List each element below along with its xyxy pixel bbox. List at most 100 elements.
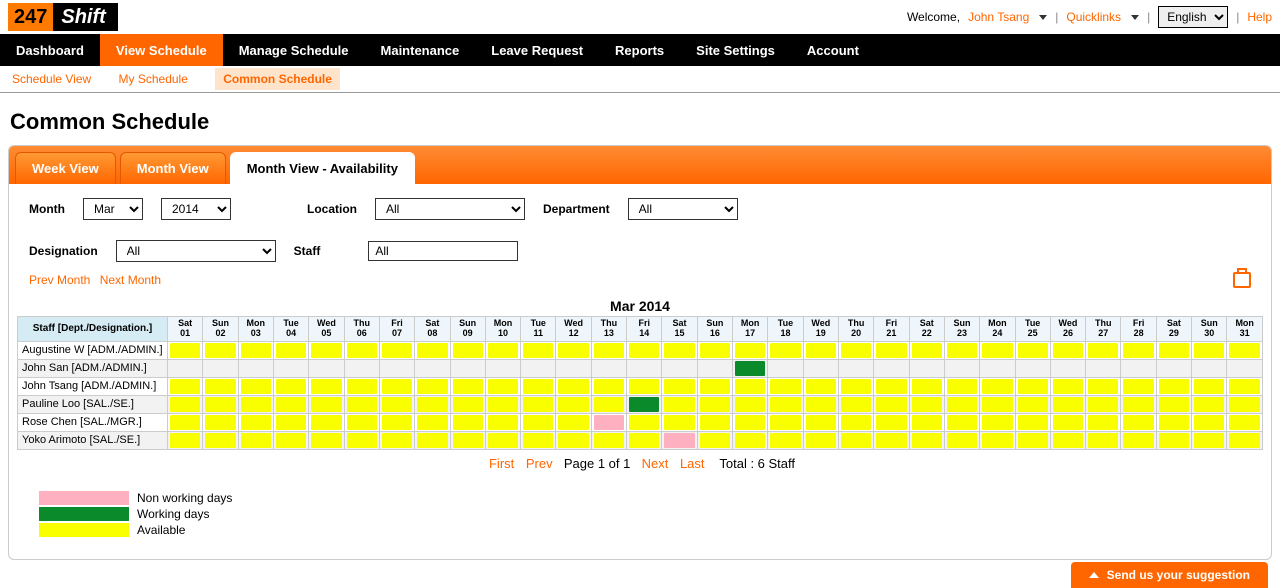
user-dropdown-icon[interactable] (1039, 15, 1047, 20)
availability-cell[interactable] (203, 341, 238, 359)
availability-cell[interactable] (203, 413, 238, 431)
availability-cell[interactable] (838, 413, 873, 431)
availability-cell[interactable] (309, 377, 344, 395)
availability-cell[interactable] (803, 377, 838, 395)
availability-cell[interactable] (980, 431, 1015, 449)
availability-cell[interactable] (1015, 431, 1050, 449)
availability-cell[interactable] (415, 359, 450, 377)
prev-month-link[interactable]: Prev Month (29, 273, 90, 287)
availability-cell[interactable] (768, 377, 803, 395)
department-select[interactable]: All (628, 198, 738, 220)
availability-cell[interactable] (521, 377, 556, 395)
availability-cell[interactable] (556, 431, 591, 449)
username-link[interactable]: John Tsang (968, 10, 1029, 24)
availability-cell[interactable] (415, 395, 450, 413)
suggestion-button[interactable]: Send us your suggestion (1071, 562, 1268, 588)
availability-cell[interactable] (768, 341, 803, 359)
availability-cell[interactable] (944, 395, 979, 413)
availability-cell[interactable] (1227, 377, 1263, 395)
availability-cell[interactable] (273, 341, 308, 359)
availability-cell[interactable] (238, 413, 273, 431)
availability-cell[interactable] (415, 377, 450, 395)
availability-cell[interactable] (238, 395, 273, 413)
availability-cell[interactable] (803, 413, 838, 431)
availability-cell[interactable] (450, 413, 485, 431)
availability-cell[interactable] (662, 413, 697, 431)
availability-cell[interactable] (1227, 413, 1263, 431)
availability-cell[interactable] (768, 359, 803, 377)
availability-cell[interactable] (203, 377, 238, 395)
availability-cell[interactable] (1015, 395, 1050, 413)
availability-cell[interactable] (591, 431, 626, 449)
availability-cell[interactable] (803, 395, 838, 413)
availability-cell[interactable] (450, 395, 485, 413)
availability-cell[interactable] (168, 359, 203, 377)
availability-cell[interactable] (168, 395, 203, 413)
availability-cell[interactable] (1156, 359, 1191, 377)
availability-cell[interactable] (1227, 359, 1263, 377)
availability-cell[interactable] (838, 341, 873, 359)
availability-cell[interactable] (521, 359, 556, 377)
availability-cell[interactable] (838, 395, 873, 413)
availability-cell[interactable] (980, 359, 1015, 377)
availability-cell[interactable] (627, 413, 662, 431)
availability-cell[interactable] (556, 359, 591, 377)
availability-cell[interactable] (415, 413, 450, 431)
availability-cell[interactable] (238, 359, 273, 377)
availability-cell[interactable] (168, 377, 203, 395)
availability-cell[interactable] (909, 431, 944, 449)
availability-cell[interactable] (450, 341, 485, 359)
nav-site-settings[interactable]: Site Settings (680, 34, 791, 66)
availability-cell[interactable] (521, 413, 556, 431)
availability-cell[interactable] (1156, 413, 1191, 431)
availability-cell[interactable] (768, 395, 803, 413)
availability-cell[interactable] (203, 395, 238, 413)
logo[interactable]: 247 Shift (8, 3, 118, 31)
pager-prev[interactable]: Prev (526, 456, 553, 471)
availability-cell[interactable] (1086, 395, 1121, 413)
availability-cell[interactable] (1156, 395, 1191, 413)
availability-cell[interactable] (1015, 341, 1050, 359)
availability-cell[interactable] (450, 431, 485, 449)
availability-cell[interactable] (379, 377, 414, 395)
availability-cell[interactable] (415, 341, 450, 359)
availability-cell[interactable] (379, 395, 414, 413)
availability-cell[interactable] (697, 431, 732, 449)
availability-cell[interactable] (909, 377, 944, 395)
availability-cell[interactable] (379, 359, 414, 377)
availability-cell[interactable] (697, 359, 732, 377)
availability-cell[interactable] (168, 413, 203, 431)
availability-cell[interactable] (1086, 431, 1121, 449)
availability-cell[interactable] (1156, 341, 1191, 359)
availability-cell[interactable] (485, 377, 520, 395)
availability-cell[interactable] (168, 341, 203, 359)
availability-cell[interactable] (203, 431, 238, 449)
nav-view-schedule[interactable]: View Schedule (100, 34, 223, 66)
availability-cell[interactable] (874, 377, 909, 395)
availability-cell[interactable] (733, 359, 768, 377)
availability-cell[interactable] (273, 377, 308, 395)
tab-month-view[interactable]: Month View (120, 152, 226, 184)
availability-cell[interactable] (627, 395, 662, 413)
availability-cell[interactable] (662, 359, 697, 377)
availability-cell[interactable] (203, 359, 238, 377)
availability-cell[interactable] (309, 395, 344, 413)
availability-cell[interactable] (485, 395, 520, 413)
availability-cell[interactable] (379, 431, 414, 449)
staff-input[interactable]: All (368, 241, 518, 261)
availability-cell[interactable] (485, 341, 520, 359)
availability-cell[interactable] (1192, 359, 1227, 377)
availability-cell[interactable] (1121, 341, 1156, 359)
quicklinks-link[interactable]: Quicklinks (1066, 10, 1121, 24)
availability-cell[interactable] (1015, 377, 1050, 395)
availability-cell[interactable] (309, 359, 344, 377)
designation-select[interactable]: All (116, 240, 276, 262)
availability-cell[interactable] (874, 431, 909, 449)
availability-cell[interactable] (697, 395, 732, 413)
availability-cell[interactable] (944, 341, 979, 359)
availability-cell[interactable] (168, 431, 203, 449)
pager-first[interactable]: First (489, 456, 514, 471)
availability-cell[interactable] (733, 413, 768, 431)
print-icon[interactable] (1233, 272, 1251, 288)
availability-cell[interactable] (1050, 341, 1085, 359)
